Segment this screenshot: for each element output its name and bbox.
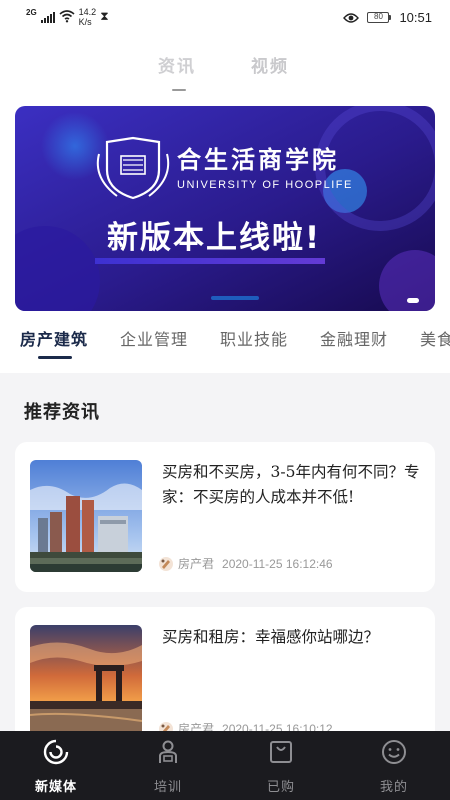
- tab-indicator: [172, 89, 186, 91]
- banner-school-name-en: UNIVERSITY OF HOOPLIFE: [177, 179, 353, 191]
- category-skills[interactable]: 职业技能: [220, 326, 288, 350]
- status-right: 80 10:51: [343, 10, 432, 25]
- profile-icon: [382, 740, 406, 764]
- article-meta: 房产君 2020-11-25 16:12:46: [158, 555, 333, 572]
- article-time: 2020-11-25 16:12:46: [222, 556, 333, 571]
- hourglass-icon: ⧗: [100, 9, 109, 23]
- tab-video[interactable]: 视频: [251, 52, 289, 77]
- author-avatar-icon: [159, 556, 173, 571]
- header: 资讯 视频 合生活商学院 UNIVERSITY OF HOOPLIFE 新版本上…: [0, 36, 450, 373]
- category-tabs: 房产建筑 企业管理 职业技能 金融理财 美食: [0, 321, 450, 366]
- article-card[interactable]: 买房和不买房，3-5年内有何不同？专家：不买房的人成本并不低! 房产君 2020…: [15, 442, 435, 592]
- promo-banner[interactable]: 合生活商学院 UNIVERSITY OF HOOPLIFE 新版本上线啦!: [15, 106, 435, 311]
- article-title: 买房和租房：幸福感你站哪边？: [162, 628, 380, 646]
- nav-profile[interactable]: 我的: [338, 731, 450, 800]
- battery-icon: 80: [367, 12, 392, 23]
- category-finance[interactable]: 金融理财: [320, 326, 388, 350]
- nav-label: 培训: [153, 780, 182, 795]
- network-type: 2G: [26, 8, 37, 17]
- nav-purchased[interactable]: 已购: [225, 731, 337, 800]
- banner-graphic: 合生活商学院 UNIVERSITY OF HOOPLIFE 新版本上线啦!: [15, 106, 435, 311]
- top-tabs: 资讯 视频: [0, 52, 450, 92]
- training-icon: [159, 740, 177, 763]
- bottom-nav: 新媒体 培训 已购 我的: [0, 731, 450, 800]
- speed-unit: K/s: [78, 17, 92, 27]
- tab-news[interactable]: 资讯: [158, 52, 196, 77]
- category-real-estate[interactable]: 房产建筑: [20, 326, 88, 350]
- section-title: 推荐资讯: [24, 402, 100, 423]
- speed-value: 14.2: [78, 7, 97, 17]
- category-management[interactable]: 企业管理: [120, 326, 188, 350]
- banner-school-name: 合生活商学院: [177, 145, 339, 174]
- nav-label: 我的: [379, 780, 408, 795]
- wifi-icon: [59, 10, 75, 23]
- network-speed: 14.2 K/s: [79, 7, 97, 27]
- app-screen: 2G 14.2 K/s ⧗ 80 10:51 资讯 视频 合生活商学院 UNIV…: [0, 0, 450, 800]
- new-media-icon: [43, 739, 69, 765]
- sunset-gate-photo: [30, 625, 142, 737]
- city-skyline-photo: [30, 460, 142, 572]
- signal-icon: [40, 9, 55, 23]
- article-title: 买房和不买房，3-5年内有何不同？专家：不买房的人成本并不低!: [162, 463, 420, 506]
- article-source: 房产君: [178, 557, 215, 571]
- nav-training[interactable]: 培训: [112, 731, 224, 800]
- purchased-icon: [270, 741, 292, 763]
- battery-level: 80: [367, 12, 390, 23]
- clock: 10:51: [399, 10, 432, 25]
- banner-headline: 新版本上线啦!: [107, 220, 321, 256]
- category-underline: [38, 356, 72, 359]
- category-food[interactable]: 美食: [420, 326, 450, 350]
- nav-new-media[interactable]: 新媒体: [0, 731, 112, 800]
- nav-label: 新媒体: [34, 780, 77, 795]
- eye-icon: [343, 12, 360, 23]
- nav-label: 已购: [266, 780, 295, 795]
- status-left: 2G 14.2 K/s ⧗: [26, 7, 109, 27]
- status-bar: 2G 14.2 K/s ⧗ 80 10:51: [0, 0, 450, 36]
